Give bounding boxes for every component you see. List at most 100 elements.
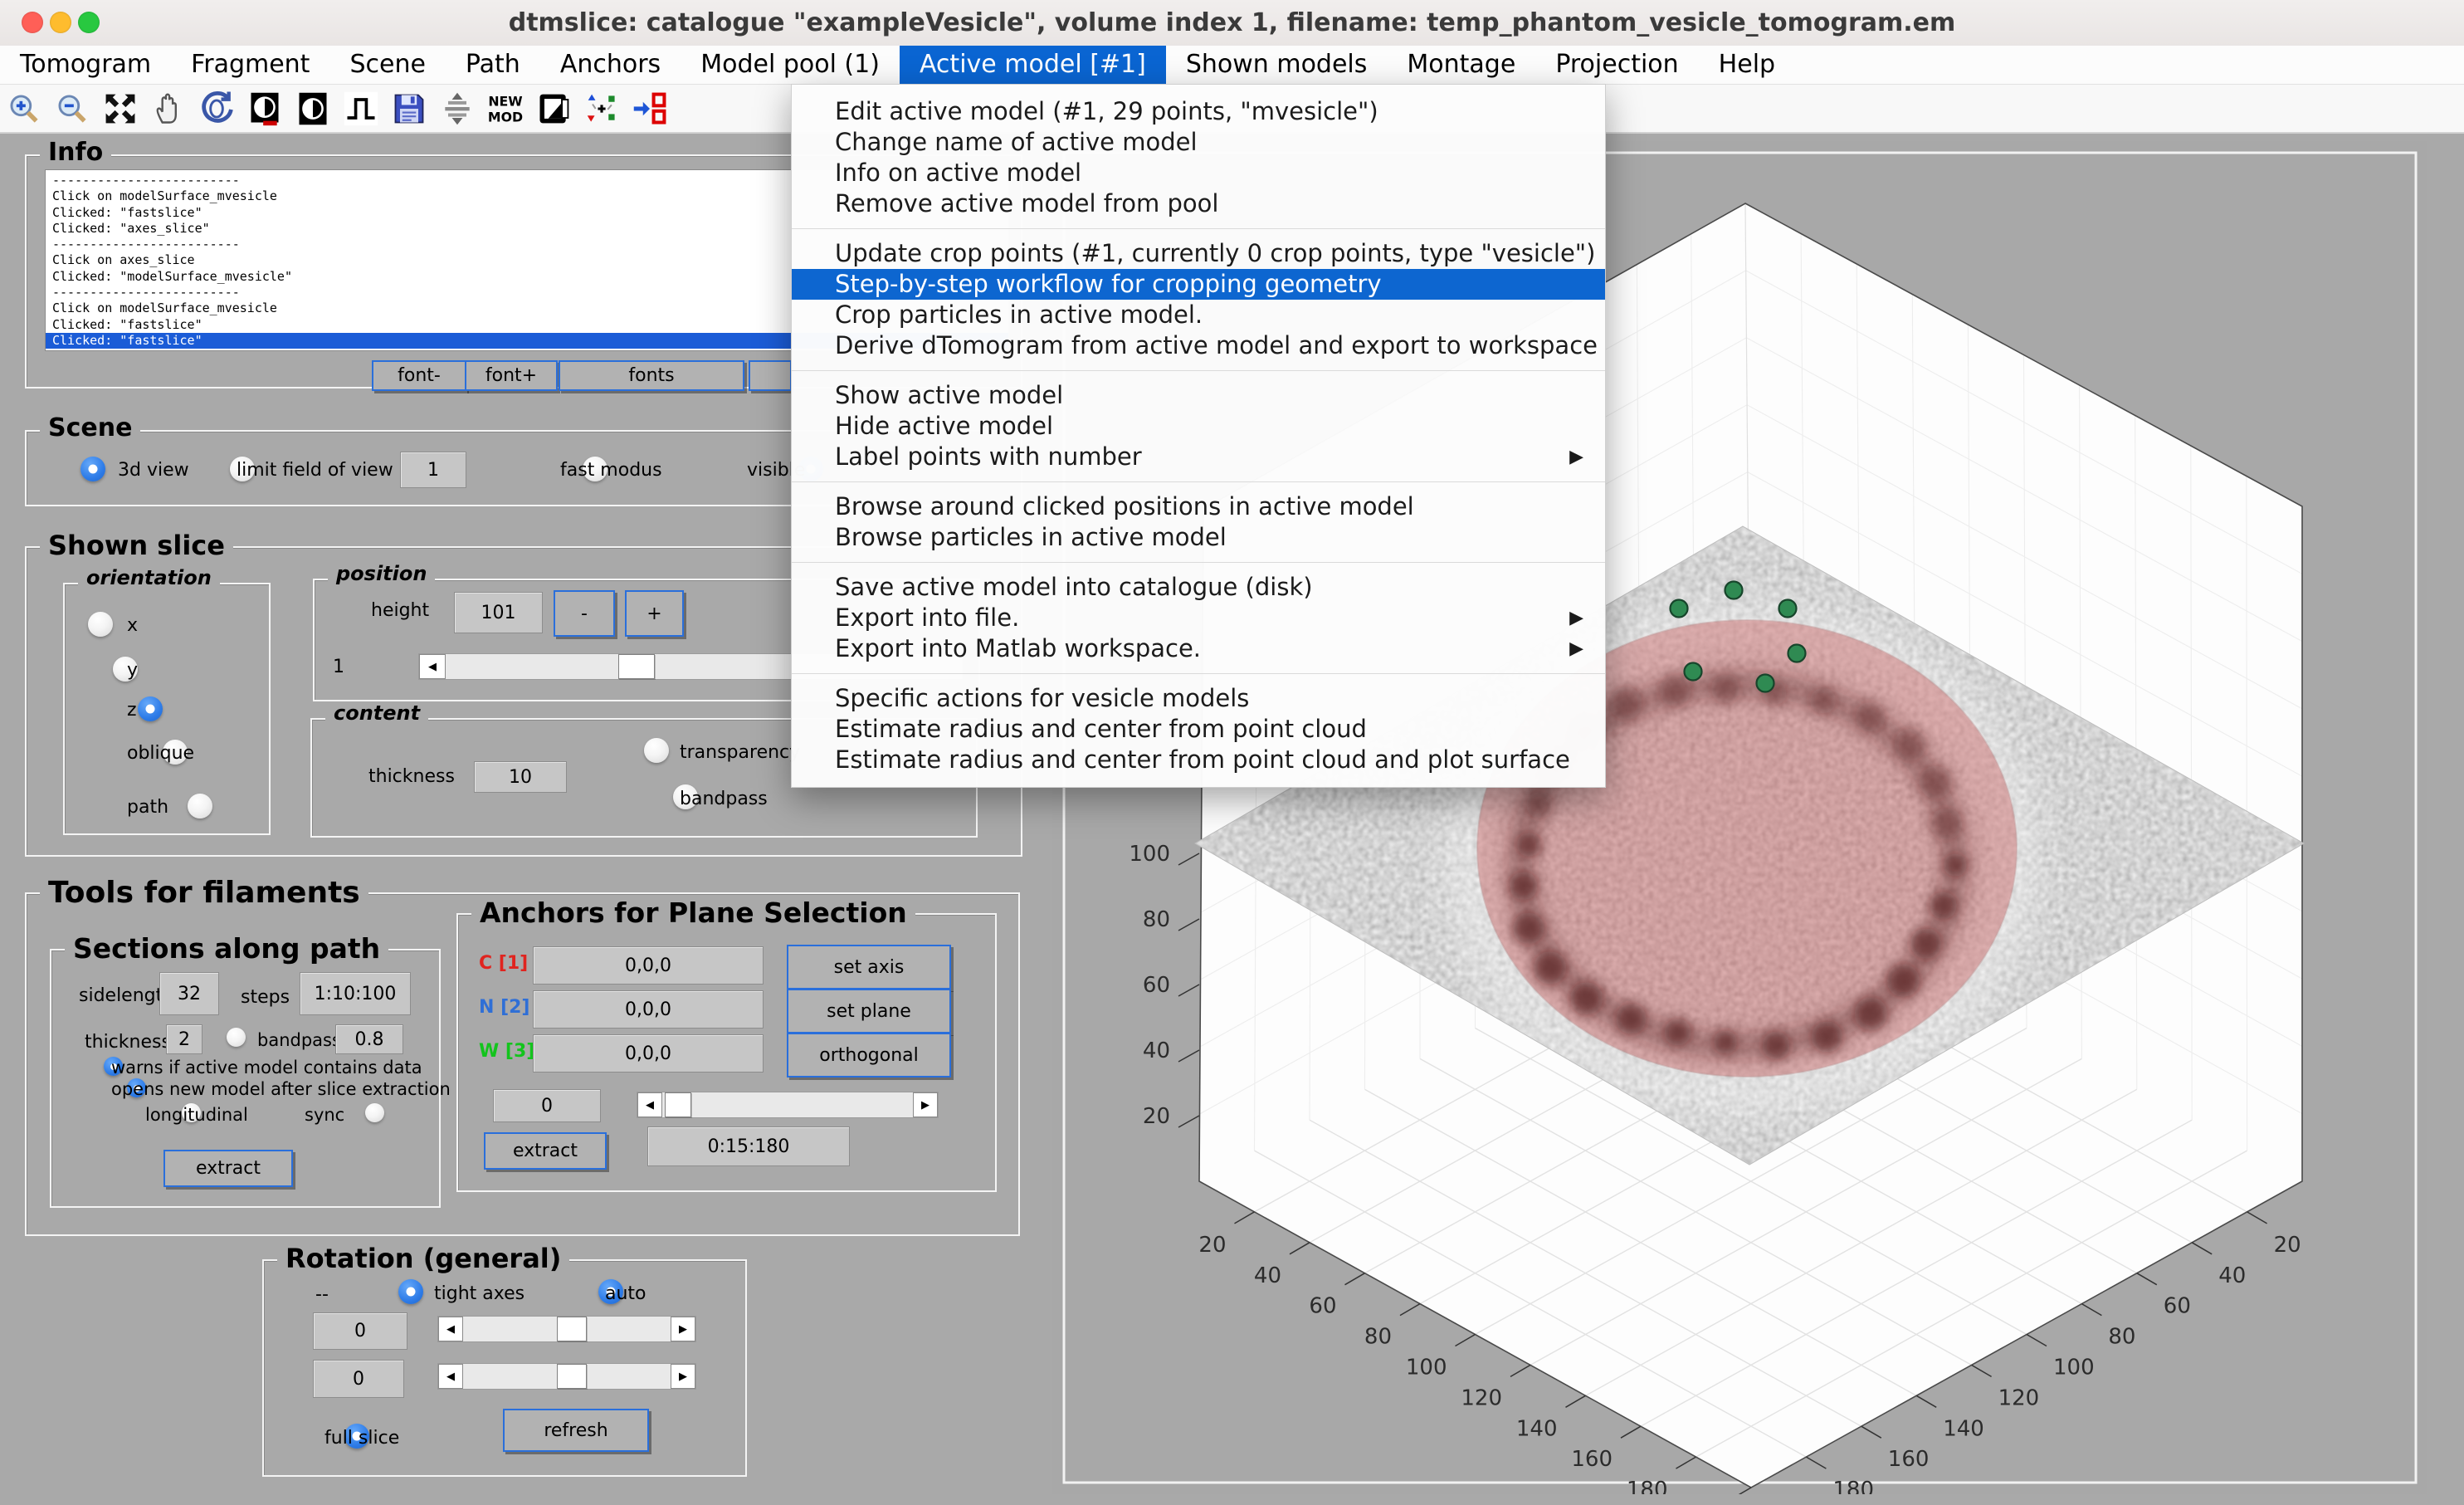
menu-item-label-points-with-number[interactable]: Label points with number▶ (792, 442, 1605, 472)
orthogonal-button[interactable]: orthogonal (787, 1033, 951, 1077)
sections-bandpass-radio[interactable] (227, 1028, 246, 1047)
transparency-radio[interactable] (644, 738, 669, 763)
anchors-slider[interactable]: ◀ ▶ (637, 1092, 939, 1118)
align-center-icon[interactable] (438, 90, 476, 128)
rotation-slider-2-thumb[interactable] (557, 1364, 587, 1389)
contrast-half-icon[interactable] (294, 90, 332, 128)
menu-item-hide-active-model[interactable]: Hide active model (792, 411, 1605, 442)
anchors-slider-left-arrow[interactable]: ◀ (637, 1092, 662, 1117)
menu-item-browse-particles-in-active-model[interactable]: Browse particles in active model (792, 522, 1605, 553)
contrast-full-icon[interactable] (246, 90, 284, 128)
zoom-in-icon[interactable] (5, 90, 43, 128)
rotation-slider-1-left-arrow[interactable]: ◀ (438, 1317, 463, 1341)
anchors-slider-right-arrow[interactable]: ▶ (913, 1092, 938, 1117)
info-action-button-partial[interactable] (749, 360, 792, 391)
steps-field[interactable]: 1:10:100 (300, 972, 411, 1015)
orientation-radio-x[interactable] (88, 612, 113, 637)
position-slider-left-arrow[interactable]: ◀ (419, 654, 446, 679)
new-model-icon[interactable]: NEWMOD (486, 90, 525, 128)
sync-radio[interactable] (365, 1103, 384, 1122)
shown-slice-title: Shown slice (40, 530, 233, 561)
menu-item-estimate-radius-and-center-from-point-cloud[interactable]: Estimate radius and center from point cl… (792, 714, 1605, 745)
menubar-item-fragment[interactable]: Fragment (171, 46, 329, 84)
rotation-slider-2[interactable]: ◀ ▶ (437, 1363, 696, 1390)
menubar-item-anchors[interactable]: Anchors (540, 46, 681, 84)
height-field[interactable]: 101 (454, 592, 543, 633)
menubar-item-tomogram[interactable]: Tomogram (0, 46, 171, 84)
menubar-item-scene[interactable]: Scene (329, 46, 445, 84)
anchors-angle-field[interactable]: 0 (493, 1089, 601, 1122)
sections-extract-button[interactable]: extract (163, 1150, 293, 1187)
menu-item-edit-active-model-1-29-points-mvesicle[interactable]: Edit active model (#1, 29 points, "mvesi… (792, 96, 1605, 127)
position-slider-thumb[interactable] (618, 654, 655, 679)
anchors-extract-button[interactable]: extract (484, 1132, 607, 1170)
model-point[interactable] (1685, 663, 1702, 681)
rotate-3d-icon[interactable] (198, 90, 236, 128)
rotation-slider-1[interactable]: ◀ ▶ (437, 1316, 696, 1342)
scene-3d-view-radio[interactable] (81, 457, 105, 481)
rotation-slider-1-thumb[interactable] (557, 1317, 587, 1341)
duplicate-figure-icon[interactable] (534, 90, 573, 128)
menu-item-export-into-matlab-workspace[interactable]: Export into Matlab workspace.▶ (792, 633, 1605, 664)
sections-thickness-field[interactable]: 2 (166, 1024, 202, 1054)
menubar-item-help[interactable]: Help (1699, 46, 1795, 84)
height-minus-button[interactable]: - (554, 590, 615, 637)
save-icon[interactable] (390, 90, 428, 128)
menu-item-change-name-of-active-model[interactable]: Change name of active model (792, 127, 1605, 158)
menu-item-specific-actions-for-vesicle-models[interactable]: Specific actions for vesicle models (792, 683, 1605, 714)
menu-item-crop-particles-in-active-model[interactable]: Crop particles in active model. (792, 300, 1605, 330)
menu-item-update-crop-points-1-currently-0-crop-points-type-vesicle[interactable]: Update crop points (#1, currently 0 crop… (792, 238, 1605, 269)
menu-item-info-on-active-model[interactable]: Info on active model (792, 158, 1605, 188)
fonts-button[interactable]: fonts (559, 360, 744, 391)
menu-item-derive-dtomogram-from-active-model-and-export-to-workspace[interactable]: Derive dTomogram from active model and e… (792, 330, 1605, 361)
menu-item-browse-around-clicked-positions-in-active-model[interactable]: Browse around clicked positions in activ… (792, 491, 1605, 522)
model-point[interactable] (1725, 582, 1743, 599)
sections-bandpass-field[interactable]: 0.8 (335, 1024, 403, 1054)
menubar-item-projection[interactable]: Projection (1535, 46, 1698, 84)
menubar-item-path[interactable]: Path (446, 46, 540, 84)
sidelength-field[interactable]: 32 (159, 972, 219, 1015)
anchor-field-c-1[interactable]: 0,0,0 (533, 946, 764, 985)
submenu-arrow-icon: ▶ (1569, 633, 1583, 664)
menubar-item-active-model-1[interactable]: Active model [#1] (900, 46, 1166, 84)
scene-fov-field[interactable]: 1 (400, 452, 466, 488)
rotation-field-2[interactable]: 0 (313, 1360, 404, 1398)
menu-item-estimate-radius-and-center-from-point-cloud-and-plot-surface[interactable]: Estimate radius and center from point cl… (792, 745, 1605, 775)
rotation-slider-1-right-arrow[interactable]: ▶ (671, 1317, 695, 1341)
orientation-radio-path[interactable] (188, 794, 212, 818)
menu-item-show-active-model[interactable]: Show active model (792, 380, 1605, 411)
menubar-item-model-pool-1[interactable]: Model pool (1) (681, 46, 900, 84)
expand-arrows-icon[interactable] (101, 90, 139, 128)
set-plane-button[interactable]: set plane (787, 989, 951, 1033)
step-function-icon[interactable] (342, 90, 380, 128)
orientation-radio-z[interactable] (138, 696, 163, 721)
model-point[interactable] (1779, 600, 1797, 618)
set-axis-button[interactable]: set axis (787, 945, 951, 989)
menu-item-export-into-file[interactable]: Export into file.▶ (792, 603, 1605, 633)
menu-item-save-active-model-into-catalogue-disk[interactable]: Save active model into catalogue (disk) (792, 572, 1605, 603)
scatter-points-icon[interactable] (583, 90, 621, 128)
rotation-slider-2-right-arrow[interactable]: ▶ (671, 1364, 695, 1389)
anchor-field-w-3[interactable]: 0,0,0 (533, 1034, 764, 1073)
refresh-button[interactable]: refresh (503, 1409, 649, 1452)
anchors-range-field[interactable]: 0:15:180 (647, 1126, 850, 1166)
thickness-field[interactable]: 10 (474, 761, 567, 793)
menubar-item-shown-models[interactable]: Shown models (1166, 46, 1388, 84)
model-point[interactable] (1788, 645, 1806, 662)
font-plus-button[interactable]: font+ (465, 360, 558, 391)
menu-item-step-by-step-workflow-for-cropping-geometry[interactable]: Step-by-step workflow for cropping geome… (792, 269, 1605, 300)
font-minus-button[interactable]: font- (372, 360, 466, 391)
export-model-icon[interactable] (631, 90, 669, 128)
model-point[interactable] (1671, 600, 1688, 618)
height-plus-button[interactable]: + (625, 590, 684, 637)
rotation-slider-2-left-arrow[interactable]: ◀ (438, 1364, 463, 1389)
anchor-field-n-2[interactable]: 0,0,0 (533, 990, 764, 1029)
tight-axes-radio[interactable] (398, 1279, 423, 1304)
pan-hand-icon[interactable] (149, 90, 188, 128)
menu-item-remove-active-model-from-pool[interactable]: Remove active model from pool (792, 188, 1605, 219)
rotation-field-1[interactable]: 0 (313, 1312, 407, 1350)
anchors-slider-thumb[interactable] (665, 1092, 691, 1117)
zoom-out-icon[interactable] (53, 90, 91, 128)
menubar-item-montage[interactable]: Montage (1387, 46, 1535, 84)
model-point[interactable] (1757, 675, 1774, 692)
